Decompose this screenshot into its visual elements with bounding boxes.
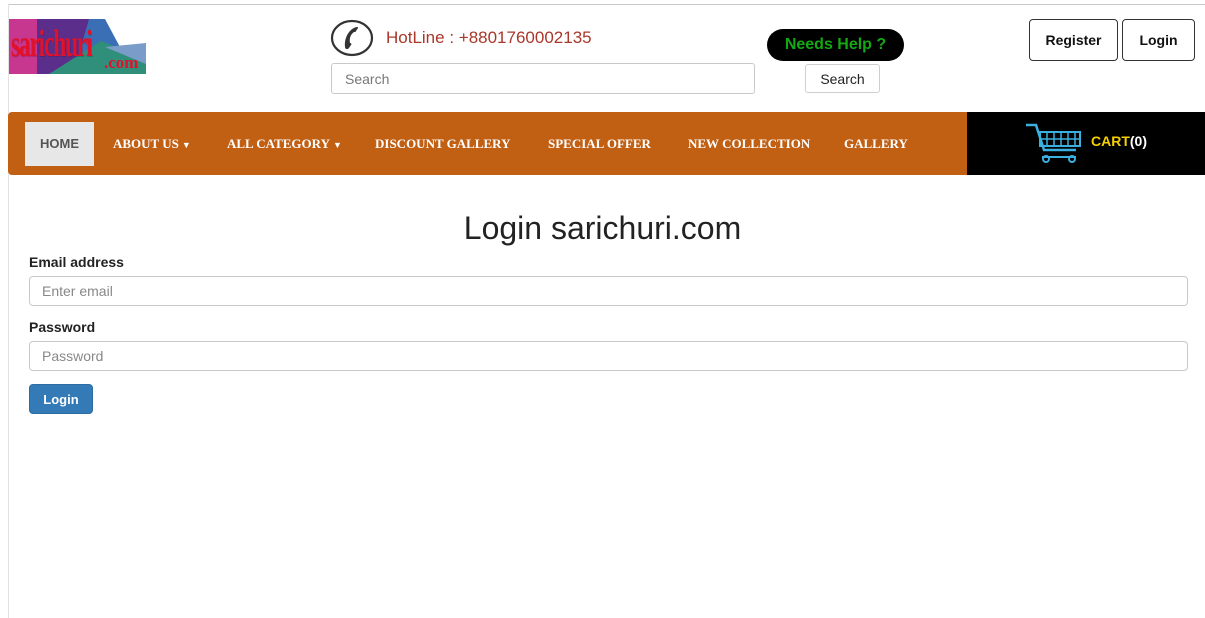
phone-icon <box>330 19 374 57</box>
login-button[interactable]: Login <box>1122 19 1195 61</box>
hotline-text: HotLine : +8801760002135 <box>386 28 592 47</box>
cart-count: (0) <box>1129 133 1148 149</box>
nav-gallery-label: GALLERY <box>844 136 908 151</box>
nav-about-us[interactable]: ABOUT US ▼ <box>113 122 191 166</box>
logo-text: sarichuri <box>11 23 93 65</box>
password-field[interactable] <box>29 341 1188 371</box>
main-navbar: HOME ABOUT US ▼ ALL CATEGORY ▼ DISCOUNT GA… <box>8 112 967 175</box>
search-input[interactable] <box>331 63 755 94</box>
nav-special-offer[interactable]: SPECIAL OFFER <box>548 122 651 166</box>
nav-about-us-label: ABOUT US <box>113 136 179 151</box>
cart-label: CART(0) <box>1091 133 1147 149</box>
nav-home-label: HOME <box>40 136 79 151</box>
nav-gallery[interactable]: GALLERY <box>844 122 908 166</box>
shopping-cart-icon <box>1026 123 1081 163</box>
login-submit-button[interactable]: Login <box>29 384 93 414</box>
nav-new-collection[interactable]: NEW COLLECTION <box>688 122 810 166</box>
nav-home[interactable]: HOME <box>25 122 94 166</box>
cart-bar[interactable]: CART(0) <box>967 112 1205 175</box>
caret-down-icon: ▼ <box>181 140 191 150</box>
nav-new-collection-label: NEW COLLECTION <box>688 136 811 151</box>
needs-help-button[interactable]: Needs Help ? <box>767 29 904 61</box>
header-top-divider <box>8 4 1205 5</box>
nav-all-category[interactable]: ALL CATEGORY ▼ <box>227 122 342 166</box>
nav-special-offer-label: SPECIAL OFFER <box>548 136 651 151</box>
caret-down-icon: ▼ <box>332 140 342 150</box>
cart-label-text: CART <box>1091 133 1130 149</box>
nav-discount-gallery-label: DISCOUNT GALLERY <box>375 136 511 151</box>
nav-discount-gallery[interactable]: DISCOUNT GALLERY <box>375 122 510 166</box>
nav-all-category-label: ALL CATEGORY <box>227 136 330 151</box>
logo-domain: .com <box>104 53 139 72</box>
search-button[interactable]: Search <box>805 64 880 93</box>
password-label: Password <box>29 319 96 335</box>
page-title: Login sarichuri.com <box>463 210 742 246</box>
page-left-border <box>8 4 9 618</box>
email-label: Email address <box>29 254 124 270</box>
email-field[interactable] <box>29 276 1188 306</box>
site-logo[interactable]: sarichuri .com <box>9 19 146 74</box>
register-button[interactable]: Register <box>1029 19 1118 61</box>
